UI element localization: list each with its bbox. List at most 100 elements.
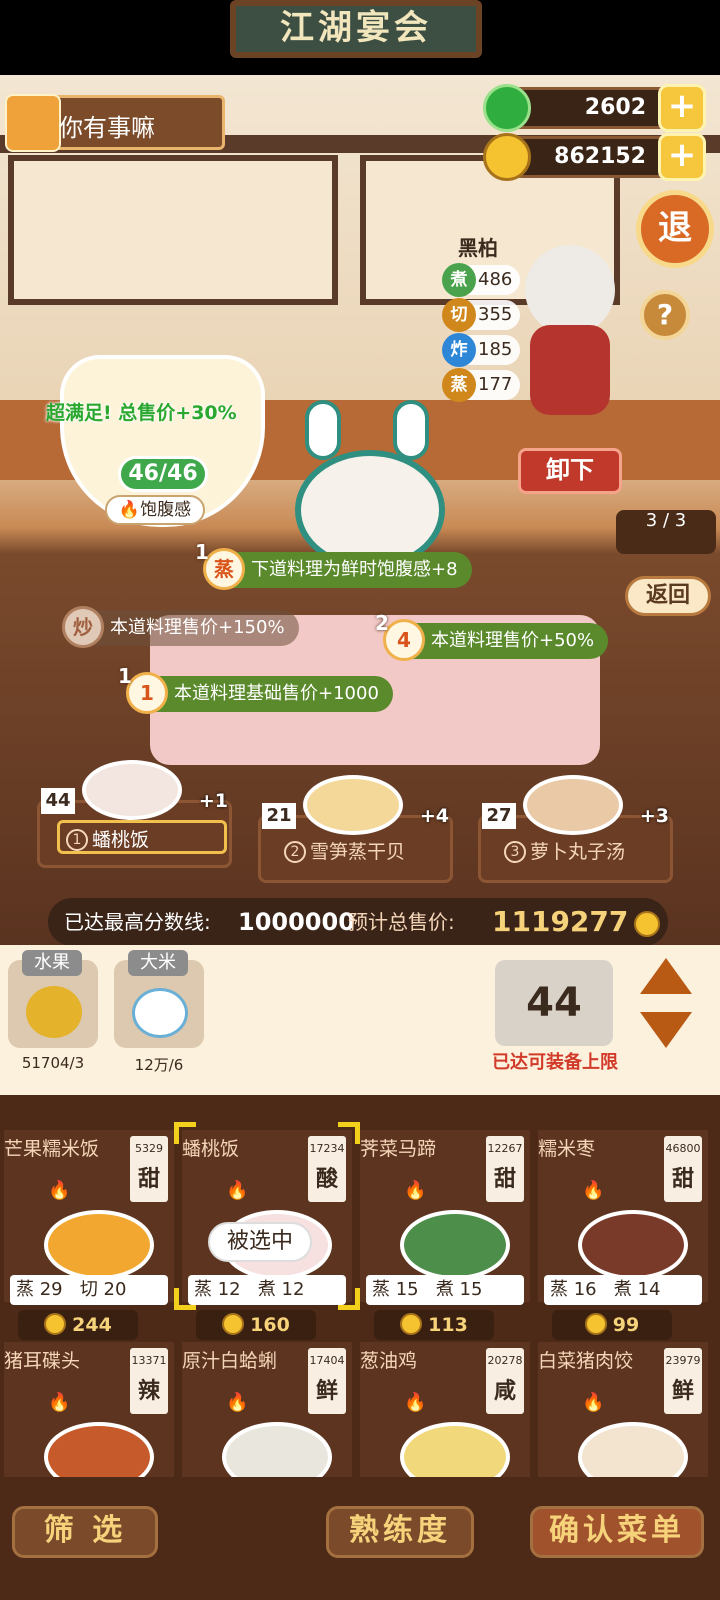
skill-icon: 炸 xyxy=(442,333,476,367)
dish-icon xyxy=(400,1422,510,1477)
slot-count: 21 xyxy=(262,803,296,829)
buff-text: 本道料理基础售价+1000 xyxy=(174,683,379,704)
max-score-label: 已达最高分数线: xyxy=(64,910,211,934)
add-coin-button[interactable]: + xyxy=(658,133,706,181)
dish-card[interactable]: 蟠桃饭 17234 酸 🔥 蒸 12 煮 12 xyxy=(182,1130,352,1305)
buff-text: 本道料理售价+150% xyxy=(110,617,285,638)
player-avatar[interactable] xyxy=(5,94,61,152)
ingredient-fruit[interactable]: 水果 51704/3 xyxy=(8,950,98,1072)
dish-icon xyxy=(523,775,623,835)
increase-arrow-icon[interactable] xyxy=(640,958,692,994)
dish-icon xyxy=(44,1210,154,1280)
chef-body xyxy=(530,325,610,415)
slot-index: 3 xyxy=(504,841,526,863)
steam-icon: 蒸 xyxy=(203,548,245,590)
buff-count: 1 xyxy=(195,540,209,564)
ingredient-value: 12万/6 xyxy=(134,1056,184,1074)
dish-number: 46800 xyxy=(665,1142,701,1155)
dish-icon xyxy=(578,1422,688,1477)
chef-character[interactable] xyxy=(505,225,635,415)
taste-label: 辣 xyxy=(137,1379,160,1404)
dish-card[interactable]: 葱油鸡 20278 咸 🔥 xyxy=(360,1342,530,1477)
back-button[interactable]: 返回 xyxy=(625,576,711,616)
fruit-icon xyxy=(26,986,82,1038)
unload-button[interactable]: 卸下 xyxy=(518,448,622,494)
coin-counter: 862152 + xyxy=(483,133,706,181)
coin-icon xyxy=(584,1313,607,1335)
skill-1-value: 12 xyxy=(217,1279,241,1300)
dish-skills: 蒸 12 煮 12 xyxy=(188,1275,346,1305)
dish-price: 113 xyxy=(374,1310,494,1340)
score-bar: 已达最高分数线: 1000000 预计总售价: 1119277 xyxy=(48,898,668,946)
taste-tag: 23979 鲜 xyxy=(664,1348,702,1414)
dish-icon xyxy=(44,1422,154,1477)
taste-tag: 20278 咸 xyxy=(486,1348,524,1414)
taste-label: 甜 xyxy=(137,1167,160,1192)
taste-label: 鲜 xyxy=(315,1379,338,1404)
taste-tag: 46800 甜 xyxy=(664,1136,702,1202)
slot-name-text: 雪笋蒸干贝 xyxy=(310,841,406,863)
dish-card[interactable]: 猪耳碟头 13371 辣 🔥 xyxy=(4,1342,174,1477)
ingredient-rice[interactable]: 大米 12万/6 xyxy=(114,950,204,1074)
fullness-label-text: 饱腹感 xyxy=(140,500,192,520)
confirm-menu-button[interactable]: 确认菜单 xyxy=(530,1506,704,1558)
taste-label: 咸 xyxy=(493,1379,516,1404)
taste-label: 甜 xyxy=(671,1167,694,1192)
decrease-arrow-icon[interactable] xyxy=(640,1012,692,1048)
jade-value: 2602 xyxy=(584,95,646,120)
selection-corner xyxy=(338,1288,360,1310)
dish-card[interactable]: 糯米枣 46800 甜 🔥 蒸 16 煮 14 xyxy=(538,1130,708,1305)
dish-card[interactable]: 白菜猪肉饺 23979 鲜 🔥 xyxy=(538,1342,708,1477)
add-jade-button[interactable]: + xyxy=(658,84,706,132)
dish-card[interactable]: 原汁白蛤蜊 17404 鲜 🔥 xyxy=(182,1342,352,1477)
dish-icon xyxy=(400,1210,510,1280)
dish-name: 糯米枣 xyxy=(538,1138,596,1160)
dish-name: 原汁白蛤蜊 xyxy=(182,1350,278,1372)
coin-icon xyxy=(634,911,660,937)
buff-3: 4 2 本道料理售价+50% xyxy=(375,611,609,661)
menu-slot-3[interactable]: 27 +3 3 萝卜丸子汤 xyxy=(478,775,673,885)
flame-icon: 1 xyxy=(126,672,168,714)
dish-name: 芒果糯米饭 xyxy=(4,1138,100,1160)
ingredient-value: 51704/3 xyxy=(21,1054,85,1072)
slot-count: 27 xyxy=(482,803,516,829)
player-profile[interactable]: 你有事嘛 xyxy=(5,94,225,152)
jade-counter: 2602 + xyxy=(483,84,706,132)
dish-number: 23979 xyxy=(665,1354,701,1367)
menu-slot-2[interactable]: 21 +4 2 雪笋蒸干贝 xyxy=(258,775,453,885)
buff-1: 蒸 1 下道料理为鲜时饱腹感+8 xyxy=(195,540,472,590)
proficiency-button[interactable]: 熟练度 xyxy=(326,1506,474,1558)
price-value: 99 xyxy=(612,1314,640,1336)
dish-name: 葱油鸡 xyxy=(360,1350,418,1372)
menu-slot-1[interactable]: 44 +1 1 蟠桃饭 xyxy=(37,760,232,870)
dish-card[interactable]: 荠菜马蹄 12267 甜 🔥 蒸 15 煮 15 xyxy=(360,1130,530,1305)
price-value: 113 xyxy=(428,1314,468,1336)
player-name: 你有事嘛 xyxy=(59,114,155,142)
skill-icon: 煮 xyxy=(442,263,476,297)
dish-name: 白菜猪肉饺 xyxy=(538,1350,634,1372)
slot-name-text: 蟠桃饭 xyxy=(92,829,150,851)
price-value: 244 xyxy=(72,1314,112,1336)
coin-icon xyxy=(400,1313,423,1335)
slot-bonus: +1 xyxy=(198,790,228,812)
dish-price: 244 xyxy=(18,1310,138,1340)
exit-button[interactable]: 退 xyxy=(636,190,714,268)
filter-button[interactable]: 筛 选 xyxy=(12,1506,158,1558)
dish-skills: 蒸 15 煮 15 xyxy=(366,1275,524,1305)
dish-icon xyxy=(578,1210,688,1280)
taste-tag: 17234 酸 xyxy=(308,1136,346,1202)
buff-count: 1 xyxy=(118,664,132,688)
back-window-left xyxy=(8,155,338,305)
dish-card[interactable]: 芒果糯米饭 5329 甜 🔥 蒸 29 切 20 xyxy=(4,1130,174,1305)
flame-icon: 🔥 xyxy=(226,1180,249,1201)
skill-2-value: 12 xyxy=(281,1279,305,1300)
slot-name: 3 萝卜丸子汤 xyxy=(498,835,668,869)
slot-name: 2 雪笋蒸干贝 xyxy=(278,835,448,869)
dish-icon xyxy=(82,760,182,820)
slot-count: 44 xyxy=(41,788,75,814)
flame-icon: 🔥 xyxy=(48,1180,71,1201)
help-button[interactable]: ? xyxy=(640,290,690,340)
flame-icon: 🔥 xyxy=(226,1392,249,1413)
skill-2-value: 15 xyxy=(459,1279,483,1300)
dish-icon xyxy=(303,775,403,835)
